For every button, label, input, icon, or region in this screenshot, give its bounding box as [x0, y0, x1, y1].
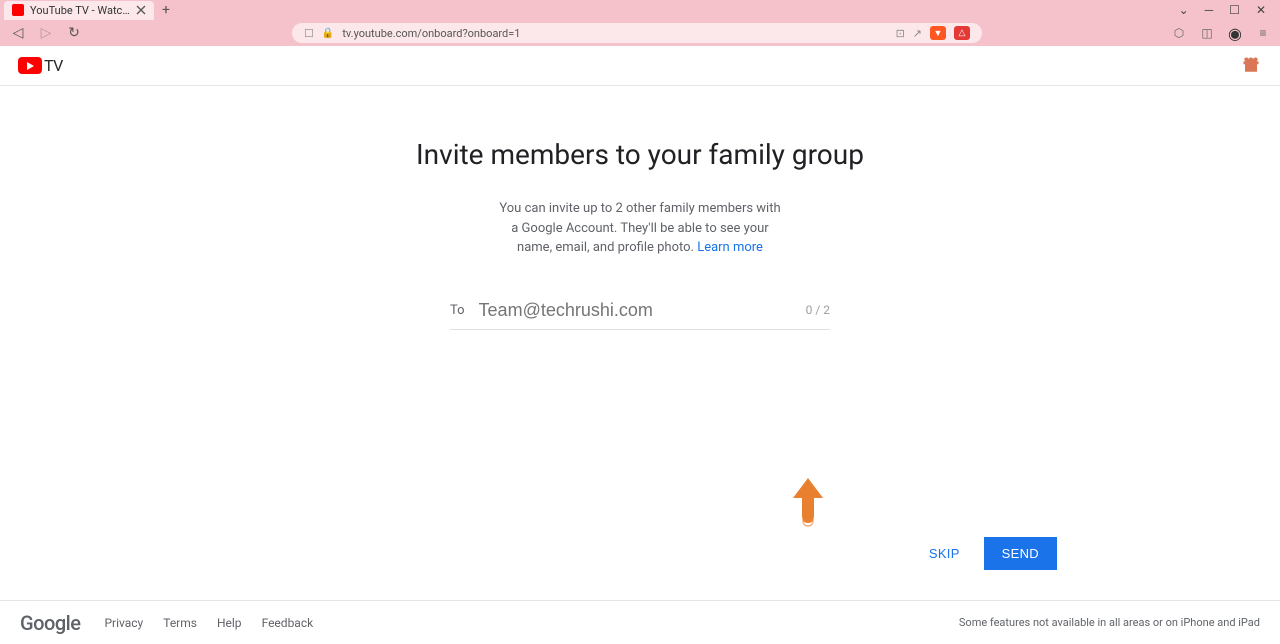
menu-icon[interactable]: ≡ — [1254, 24, 1272, 42]
brave-shield-icon[interactable]: ▼ — [930, 26, 946, 40]
extensions-icon[interactable]: ⬡ — [1170, 24, 1188, 42]
terms-link[interactable]: Terms — [163, 616, 197, 630]
app-header: TV — [0, 46, 1280, 86]
close-tab-icon[interactable] — [136, 5, 146, 15]
learn-more-link[interactable]: Learn more — [697, 240, 763, 255]
page-subtitle: You can invite up to 2 other family memb… — [495, 199, 785, 258]
close-icon[interactable]: ✕ — [1256, 3, 1266, 17]
page-footer: Google Privacy Terms Help Feedback Some … — [0, 600, 1280, 644]
referral-icon — [1242, 59, 1260, 78]
share-icon[interactable]: ↗ — [913, 27, 922, 40]
youtube-tv-logo[interactable]: TV — [18, 56, 63, 75]
google-logo[interactable]: Google — [20, 611, 80, 635]
feedback-link[interactable]: Feedback — [262, 616, 314, 630]
new-tab-button[interactable]: + — [162, 2, 170, 18]
send-button[interactable]: SEND — [984, 537, 1057, 570]
sidepanel-icon[interactable]: ◫ — [1198, 24, 1216, 42]
tab-title: YouTube TV - Watch & DVR Live S — [30, 4, 130, 17]
window-controls: ⌄ ─ ☐ ✕ — [1179, 3, 1276, 17]
url-bar[interactable]: ☐ 🔒 tv.youtube.com/onboard?onboard=1 ⊡ ↗… — [292, 23, 982, 43]
email-field[interactable] — [479, 300, 806, 321]
reload-icon[interactable]: ↻ — [64, 23, 84, 43]
invite-counter: 0 / 2 — [806, 303, 830, 317]
footer-links: Privacy Terms Help Feedback — [104, 616, 313, 630]
invite-input-row: To 0 / 2 — [450, 300, 830, 330]
main-content: Invite members to your family group You … — [0, 86, 1280, 600]
brave-icon[interactable]: ◉ — [1226, 24, 1244, 42]
help-link[interactable]: Help — [217, 616, 242, 630]
to-label: To — [450, 303, 465, 318]
blocker-icon[interactable]: △ — [954, 26, 970, 40]
pointer-hand-icon — [788, 473, 828, 528]
back-icon[interactable]: ◁ — [8, 23, 28, 43]
privacy-link[interactable]: Privacy — [104, 616, 143, 630]
page-title: Invite members to your family group — [416, 138, 864, 171]
browser-chrome: YouTube TV - Watch & DVR Live S + ⌄ ─ ☐ … — [0, 0, 1280, 46]
youtube-play-icon — [18, 57, 42, 74]
chevron-down-icon[interactable]: ⌄ — [1179, 3, 1189, 17]
forward-icon[interactable]: ▷ — [36, 23, 56, 43]
footer-disclaimer: Some features not available in all areas… — [959, 616, 1260, 629]
browser-tab[interactable]: YouTube TV - Watch & DVR Live S — [4, 1, 154, 20]
youtube-favicon — [12, 4, 24, 16]
address-bar: ◁ ▷ ↻ ☐ 🔒 tv.youtube.com/onboard?onboard… — [0, 20, 1280, 46]
skip-button[interactable]: SKIP — [929, 546, 960, 561]
header-action[interactable] — [1242, 56, 1262, 76]
tv-label: TV — [44, 56, 63, 75]
screen-icon[interactable]: ⊡ — [896, 27, 905, 40]
maximize-icon[interactable]: ☐ — [1229, 3, 1240, 17]
minimize-icon[interactable]: ─ — [1205, 3, 1214, 17]
action-footer: SKIP SEND — [223, 537, 1057, 570]
bookmark-icon[interactable]: ☐ — [304, 27, 314, 40]
url-text: tv.youtube.com/onboard?onboard=1 — [342, 27, 520, 40]
tab-bar: YouTube TV - Watch & DVR Live S + ⌄ ─ ☐ … — [0, 0, 1280, 20]
lock-icon: 🔒 — [322, 28, 334, 39]
